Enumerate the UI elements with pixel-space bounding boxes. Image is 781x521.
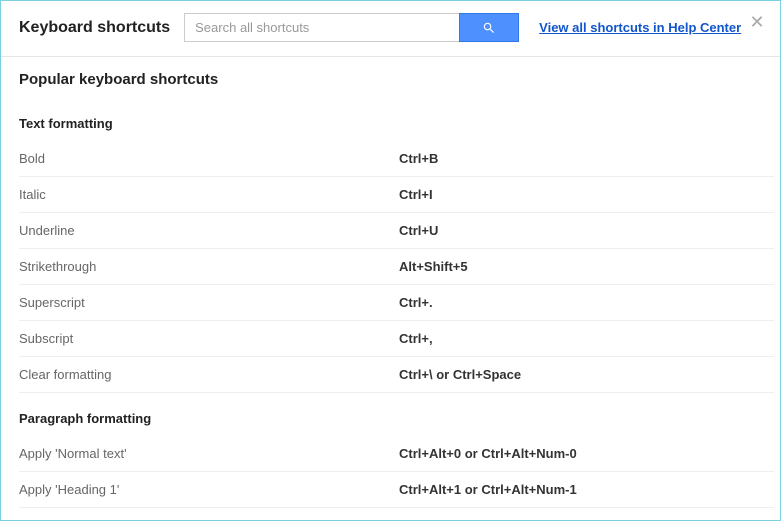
shortcuts-dialog: Keyboard shortcuts View all shortcuts in… bbox=[0, 0, 781, 521]
shortcut-keys: Ctrl+\ or Ctrl+Space bbox=[399, 367, 521, 382]
shortcut-label: Subscript bbox=[19, 331, 399, 346]
shortcut-row: BoldCtrl+B bbox=[19, 141, 774, 177]
shortcut-keys: Ctrl+B bbox=[399, 151, 438, 166]
search-button[interactable] bbox=[459, 13, 519, 42]
close-button[interactable]: ✕ bbox=[748, 13, 766, 31]
shortcut-label: Bold bbox=[19, 151, 399, 166]
shortcut-label: Superscript bbox=[19, 295, 399, 310]
shortcut-row: Clear formattingCtrl+\ or Ctrl+Space bbox=[19, 357, 774, 393]
shortcut-row: SubscriptCtrl+, bbox=[19, 321, 774, 357]
dialog-subtitle: Popular keyboard shortcuts bbox=[1, 57, 780, 98]
shortcut-row: UnderlineCtrl+U bbox=[19, 213, 774, 249]
shortcut-row: Apply 'Heading 1'Ctrl+Alt+1 or Ctrl+Alt+… bbox=[19, 472, 774, 508]
shortcut-row: Apply 'Normal text'Ctrl+Alt+0 or Ctrl+Al… bbox=[19, 436, 774, 472]
close-icon: ✕ bbox=[749, 12, 764, 32]
shortcut-label: Apply 'Heading 1' bbox=[19, 482, 399, 497]
shortcut-row: ItalicCtrl+I bbox=[19, 177, 774, 213]
dialog-title: Keyboard shortcuts bbox=[19, 19, 170, 37]
shortcut-label: Italic bbox=[19, 187, 399, 202]
shortcut-label: Underline bbox=[19, 223, 399, 238]
shortcut-keys: Ctrl+Alt+1 or Ctrl+Alt+Num-1 bbox=[399, 482, 577, 497]
shortcut-label: Clear formatting bbox=[19, 367, 399, 382]
shortcut-keys: Ctrl+U bbox=[399, 223, 438, 238]
section-heading: Paragraph formatting bbox=[19, 393, 774, 436]
shortcut-keys: Ctrl+, bbox=[399, 331, 433, 346]
shortcuts-scroll-area[interactable]: Text formattingBoldCtrl+BItalicCtrl+IUnd… bbox=[1, 98, 780, 520]
shortcut-keys: Ctrl+Alt+2 or Ctrl+Alt+Num-2 bbox=[399, 518, 577, 520]
shortcut-row: SuperscriptCtrl+. bbox=[19, 285, 774, 321]
shortcut-keys: Alt+Shift+5 bbox=[399, 259, 468, 274]
shortcut-keys: Ctrl+I bbox=[399, 187, 433, 202]
search-group bbox=[184, 13, 519, 42]
shortcut-row: StrikethroughAlt+Shift+5 bbox=[19, 249, 774, 285]
section-heading: Text formatting bbox=[19, 98, 774, 141]
search-icon bbox=[482, 21, 496, 35]
shortcut-keys: Ctrl+Alt+0 or Ctrl+Alt+Num-0 bbox=[399, 446, 577, 461]
shortcut-row: Apply 'Heading 2'Ctrl+Alt+2 or Ctrl+Alt+… bbox=[19, 508, 774, 520]
search-input[interactable] bbox=[184, 13, 459, 42]
help-center-link[interactable]: View all shortcuts in Help Center bbox=[539, 20, 741, 35]
shortcut-label: Apply 'Normal text' bbox=[19, 446, 399, 461]
shortcut-label: Apply 'Heading 2' bbox=[19, 518, 399, 520]
dialog-header: Keyboard shortcuts View all shortcuts in… bbox=[1, 1, 780, 57]
shortcut-label: Strikethrough bbox=[19, 259, 399, 274]
shortcut-keys: Ctrl+. bbox=[399, 295, 433, 310]
